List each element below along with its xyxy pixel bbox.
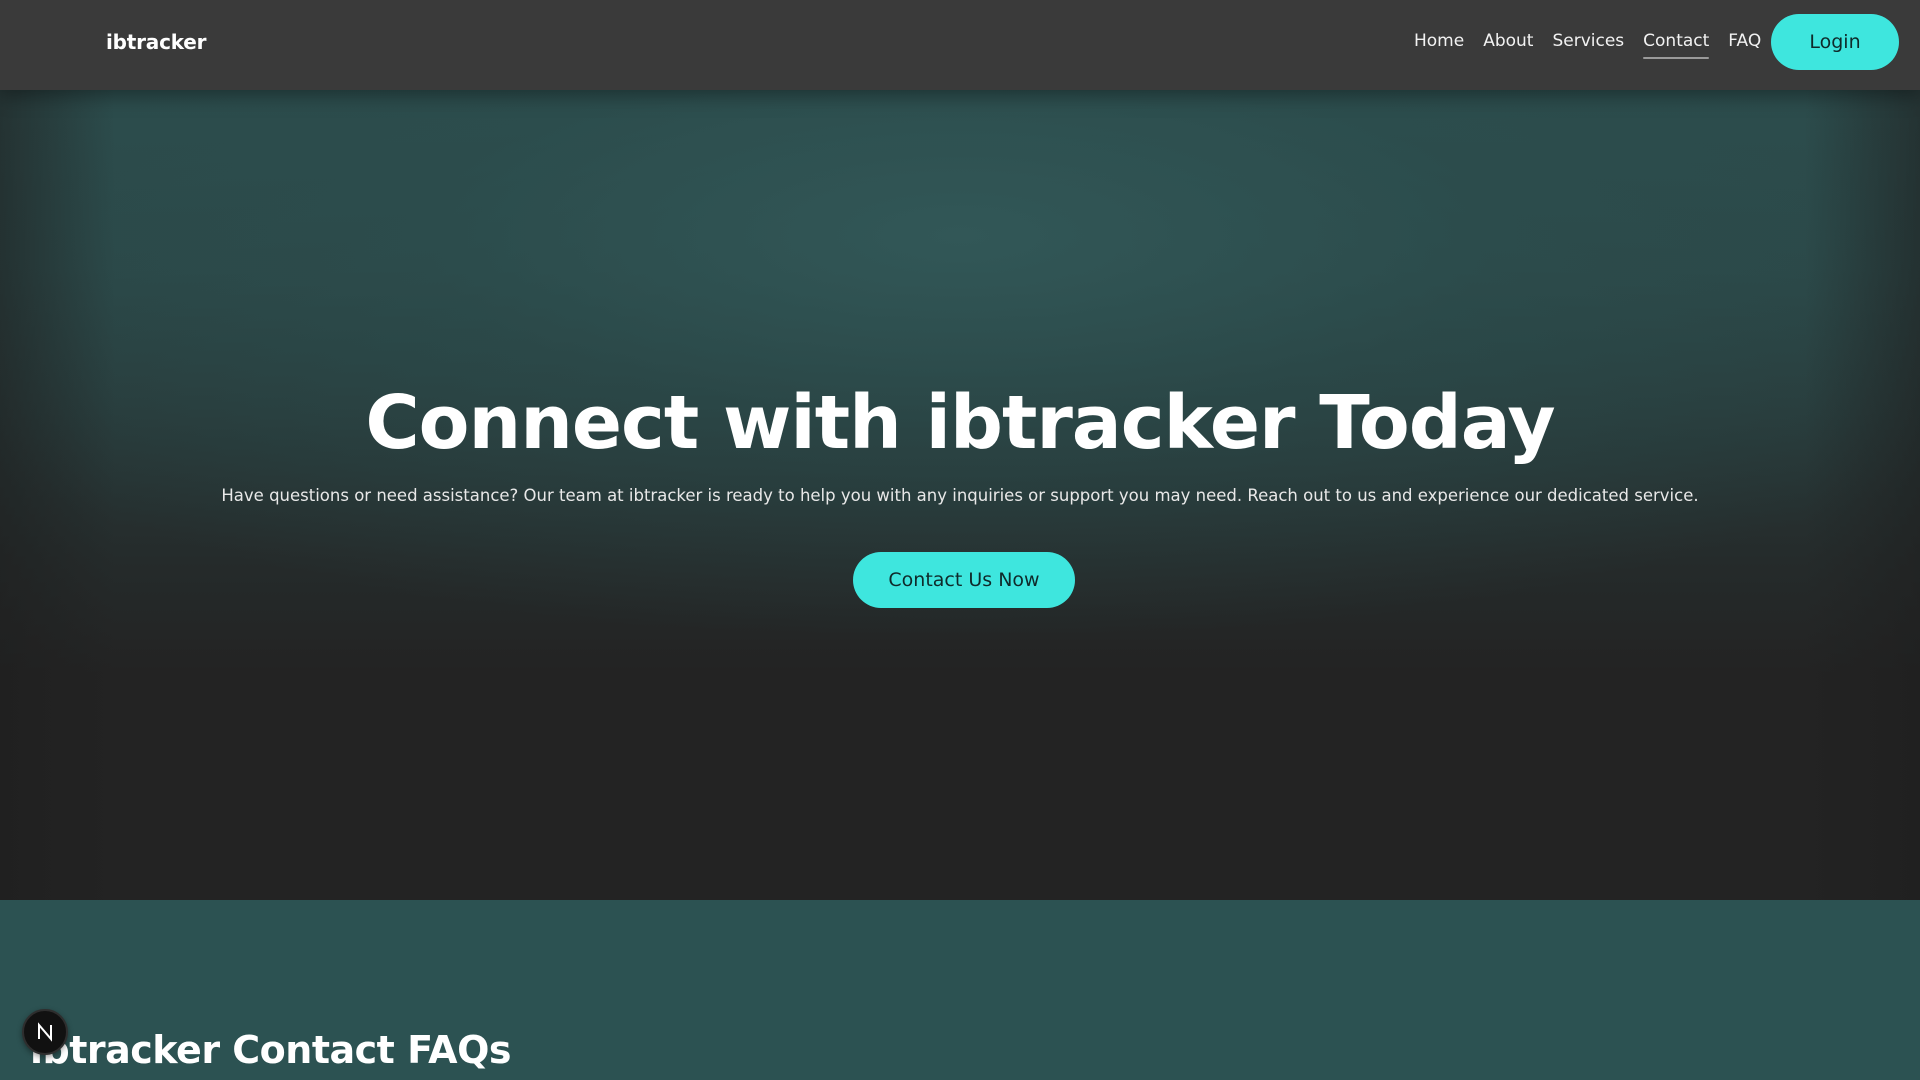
login-button[interactable]: Login [1771,14,1899,70]
hero-title: Connect with ibtracker Today [365,380,1555,466]
n-letter-icon [38,1022,52,1042]
hero-section: Connect with ibtracker Today Have questi… [0,90,1920,900]
brand-logo-text[interactable]: ibtracker [106,30,207,54]
page: ibtracker Home About Services Contact FA… [0,0,1920,1080]
site-header: ibtracker Home About Services Contact FA… [0,0,1920,90]
nav-link-services[interactable]: Services [1552,28,1624,54]
nav-link-faq[interactable]: FAQ [1728,28,1761,54]
nav-link-about[interactable]: About [1483,28,1533,54]
nav-link-home[interactable]: Home [1414,28,1464,54]
faq-section: ibtracker Contact FAQs [0,900,1920,1080]
contact-us-now-button[interactable]: Contact Us Now [853,552,1075,608]
hero-subtitle: Have questions or need assistance? Our t… [221,486,1699,505]
nav-link-contact[interactable]: Contact [1643,28,1710,59]
faq-heading: ibtracker Contact FAQs [30,1028,512,1072]
main-nav: Home About Services Contact FAQ [1414,28,1761,59]
n-logo-icon[interactable] [22,1009,68,1055]
